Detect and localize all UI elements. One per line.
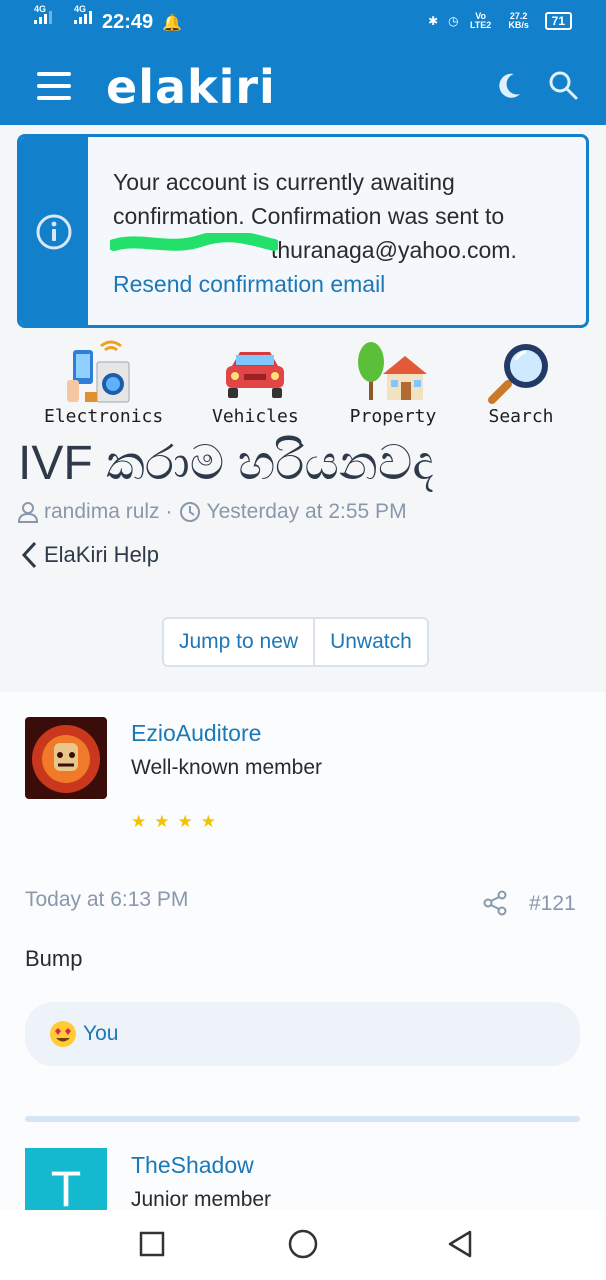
notice-text: Your account is currently awaiting confi… — [113, 169, 505, 229]
star-icon: ★ — [177, 812, 193, 831]
post-body: Bump — [25, 946, 83, 971]
recents-icon[interactable] — [136, 1228, 168, 1260]
electronics-icon — [67, 340, 130, 403]
avatar[interactable] — [25, 717, 107, 799]
star-icon: ★ — [200, 812, 216, 831]
alarm-icon: ◷ — [448, 14, 459, 28]
reactions-bar[interactable]: You — [25, 1002, 580, 1066]
network-2-label: 4G — [74, 4, 87, 14]
avatar-image-icon — [25, 717, 107, 799]
breadcrumb[interactable]: ElaKiri Help — [20, 540, 159, 570]
battery-indicator: 71 — [544, 12, 572, 30]
post-username[interactable]: EzioAuditore — [131, 720, 261, 747]
category-shortcuts: Electronics Vehicles Property Search — [0, 340, 606, 440]
avatar[interactable]: T — [25, 1148, 107, 1212]
post-username[interactable]: TheShadow — [131, 1152, 254, 1179]
category-electronics[interactable]: Electronics — [44, 340, 164, 427]
reaction-label: You — [83, 1022, 119, 1045]
menu-icon[interactable] — [37, 72, 71, 100]
star-icon: ★ — [131, 812, 147, 831]
user-icon — [18, 502, 38, 523]
status-bar: 4G 4G 22:49 🔔 ✱ ◷ Vo LTE2 27.2 KB/s 71 — [0, 0, 606, 48]
thread-author[interactable]: randima rulz — [44, 500, 160, 524]
search-icon[interactable] — [546, 68, 580, 102]
heart-eyes-emoji-icon — [50, 1021, 76, 1047]
resend-confirmation-link[interactable]: Resend confirmation email — [113, 267, 573, 301]
category-label: Electronics — [44, 406, 164, 427]
thread-meta: randima rulz · Yesterday at 2:55 PM — [18, 500, 407, 524]
car-icon — [226, 352, 284, 398]
dark-mode-icon[interactable] — [492, 68, 526, 102]
category-label: Vehicles — [212, 406, 299, 427]
user-title: Well-known member — [131, 756, 322, 779]
user-title: Junior member — [131, 1188, 272, 1211]
user-rank-stars: ★ ★ ★ ★ — [131, 812, 216, 832]
signal-1-icon: 4G — [34, 4, 52, 24]
category-search[interactable]: Search — [486, 340, 556, 427]
bluetooth-icon: ✱ — [428, 14, 439, 28]
back-icon[interactable] — [444, 1228, 476, 1260]
breadcrumb-forum: ElaKiri Help — [44, 542, 159, 567]
net-speed: 27.2 KB/s — [508, 11, 529, 30]
thread-title: IVF කරාම හරියනවද — [18, 437, 434, 490]
signal-indicators: 4G 4G — [34, 4, 92, 24]
unwatch-button[interactable]: Unwatch — [313, 619, 427, 665]
notice-email: thuranaga@yahoo.com. — [271, 237, 517, 263]
clock: 22:49 — [102, 11, 154, 33]
share-icon[interactable] — [482, 890, 508, 916]
thread-date[interactable]: Yesterday at 2:55 PM — [207, 500, 407, 524]
post-divider — [25, 1116, 580, 1122]
info-icon — [36, 214, 72, 250]
signal-2-icon: 4G — [74, 4, 92, 24]
house-icon — [358, 342, 427, 400]
home-icon[interactable] — [287, 1228, 319, 1260]
notification-bell-icon: 🔔 — [162, 15, 182, 32]
jump-to-new-button[interactable]: Jump to new — [164, 619, 313, 665]
post-date[interactable]: Today at 6:13 PM — [25, 888, 188, 912]
category-vehicles[interactable]: Vehicles — [212, 340, 299, 427]
app-header: elakiri — [0, 48, 606, 125]
clock-icon — [179, 502, 200, 522]
network-1-label: 4G — [34, 4, 47, 14]
category-label: Property — [349, 406, 437, 427]
star-icon: ★ — [154, 812, 170, 831]
category-label: Search — [488, 406, 554, 427]
chevron-left-icon — [21, 541, 37, 569]
thread-actions: Jump to new Unwatch — [162, 617, 429, 667]
volte-label: Vo LTE2 — [469, 11, 492, 30]
status-right: ✱ ◷ Vo LTE2 27.2 KB/s 71 — [428, 12, 572, 30]
magnifier-icon — [488, 344, 548, 404]
site-logo[interactable]: elakiri — [106, 60, 276, 114]
post-list: EzioAuditore Well-known member ★ ★ ★ ★ T… — [0, 692, 606, 1212]
account-notice: Your account is currently awaiting confi… — [17, 134, 589, 328]
redaction-scribble — [110, 233, 278, 251]
post-number[interactable]: #121 — [529, 892, 576, 916]
meta-separator: · — [165, 500, 173, 523]
category-property[interactable]: Property — [348, 340, 438, 427]
android-nav-bar — [0, 1210, 606, 1280]
